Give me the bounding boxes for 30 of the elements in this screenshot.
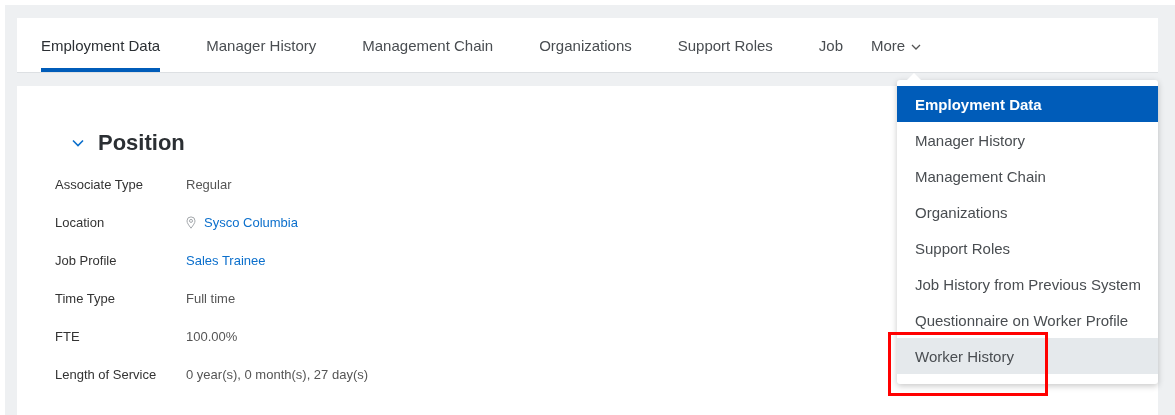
- field-label: Associate Type: [55, 176, 144, 193]
- chevron-down-icon[interactable]: [72, 139, 84, 147]
- field-label: FTE: [55, 328, 81, 345]
- menu-item[interactable]: Management Chain: [897, 158, 1158, 194]
- value-link[interactable]: Sysco Columbia: [204, 214, 298, 231]
- section-title: Position: [98, 130, 185, 156]
- menu-item[interactable]: Worker History: [897, 338, 1158, 374]
- field-label: Time Type: [55, 290, 116, 307]
- tab[interactable]: Organizations: [539, 18, 632, 72]
- chevron-down-icon: [911, 43, 922, 50]
- tab[interactable]: Employment Data: [41, 18, 161, 72]
- tab[interactable]: Support Roles: [677, 18, 773, 72]
- field-value: Full time: [186, 290, 237, 307]
- more-button[interactable]: More: [871, 18, 922, 72]
- menu-item[interactable]: Job History from Previous System: [897, 266, 1158, 302]
- menu-item[interactable]: Employment Data: [897, 86, 1158, 122]
- menu-item[interactable]: Organizations: [897, 194, 1158, 230]
- field-label: Job Profile: [55, 252, 118, 269]
- field-label: Location: [55, 214, 106, 231]
- field-label: Length of Service: [55, 366, 158, 383]
- field-value: 0 year(s), 0 month(s), 27 day(s): [186, 366, 369, 383]
- location-pin-icon: [186, 216, 196, 229]
- menu-item[interactable]: Manager History: [897, 122, 1158, 158]
- value-link[interactable]: Sales Trainee: [186, 252, 369, 269]
- tab[interactable]: Manager History: [206, 18, 317, 72]
- tab[interactable]: Management Chain: [362, 18, 494, 72]
- field-value: 100.00%: [186, 328, 239, 345]
- menu-item[interactable]: Support Roles: [897, 230, 1158, 266]
- tab[interactable]: Job: [818, 18, 843, 72]
- field-value: Regular: [186, 176, 233, 193]
